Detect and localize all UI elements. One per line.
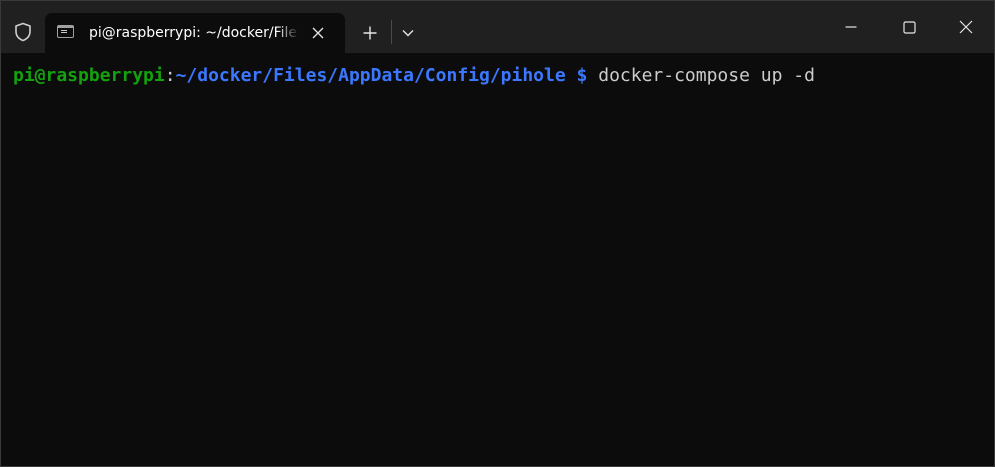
tab-terminal[interactable]: pi@raspberrypi: ~/docker/Files/AppData/C…: [45, 13, 345, 53]
terminal-window: pi@raspberrypi: ~/docker/Files/AppData/C…: [0, 0, 995, 467]
chevron-down-icon[interactable]: [395, 20, 421, 46]
shield-icon[interactable]: [11, 20, 35, 44]
tab-divider: [391, 20, 392, 44]
minimize-icon: [845, 26, 857, 28]
close-button[interactable]: [937, 1, 994, 53]
prompt-symbol: $: [565, 65, 588, 86]
close-icon: [959, 20, 973, 34]
maximize-button[interactable]: [880, 1, 938, 53]
terminal-icon: [57, 25, 74, 38]
title-bar: pi@raspberrypi: ~/docker/Files/AppData/C…: [1, 1, 994, 53]
minimize-button[interactable]: [822, 1, 880, 53]
close-tab-icon[interactable]: [308, 23, 328, 43]
plus-icon[interactable]: [354, 20, 386, 46]
command-text: docker-compose up -d: [587, 65, 815, 86]
prompt-user: pi@raspberrypi: [13, 65, 165, 86]
maximize-icon: [902, 20, 916, 34]
tab-title-fade: [277, 21, 299, 45]
prompt-path: ~/docker/Files/AppData/Config/pihole: [175, 65, 566, 86]
terminal-content[interactable]: pi@raspberrypi:~/docker/Files/AppData/Co…: [1, 53, 994, 466]
tab-title: pi@raspberrypi: ~/docker/Files/AppData/C…: [89, 25, 297, 41]
prompt-separator: :: [164, 65, 176, 86]
terminal-line: pi@raspberrypi:~/docker/Files/AppData/Co…: [13, 64, 815, 88]
